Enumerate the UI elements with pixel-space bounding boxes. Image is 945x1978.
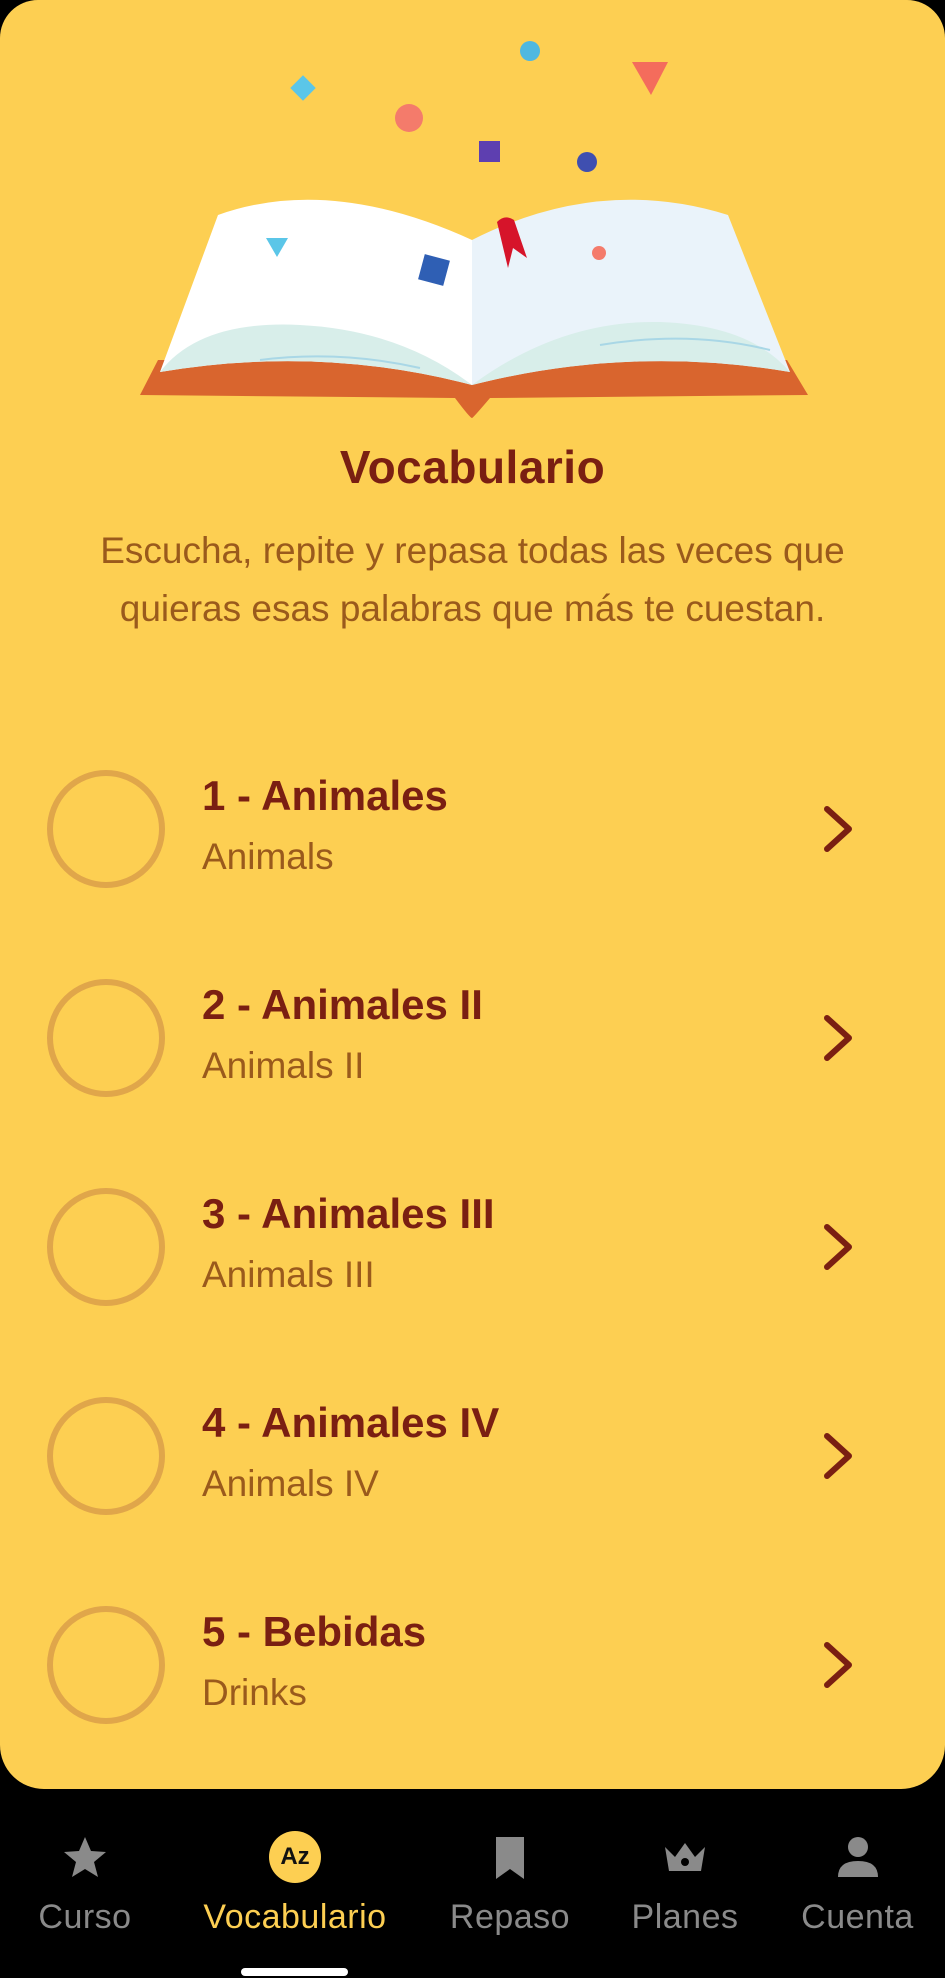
confetti-triangle: [632, 62, 668, 95]
lesson-title: 3 - Animales III: [202, 1190, 495, 1237]
lesson-subtitle: Drinks: [202, 1672, 307, 1713]
progress-circle: [47, 979, 165, 1097]
chevron-right-icon: [824, 1433, 852, 1479]
tab-planes[interactable]: Planes: [600, 1789, 770, 1949]
progress-circle: [47, 1606, 165, 1724]
lesson-title: 2 - Animales II: [202, 981, 483, 1028]
tab-repaso[interactable]: Repaso: [420, 1789, 600, 1949]
person-icon: [837, 1837, 878, 1877]
confetti-dot: [577, 152, 597, 172]
lesson-list: 1 - Animales Animals 2 - Animales II Ani…: [0, 744, 945, 1789]
tab-label: Repaso: [449, 1898, 571, 1936]
lesson-title: 5 - Bebidas: [202, 1608, 427, 1655]
progress-circle: [47, 770, 165, 888]
lesson-subtitle: Animals: [202, 836, 334, 877]
bookmark-icon: [496, 1837, 524, 1879]
lesson-item-3[interactable]: 3 - Animales III Animals III: [0, 1162, 945, 1371]
tab-label: Cuenta: [801, 1898, 914, 1936]
tab-label: Vocabulario: [203, 1898, 387, 1936]
lesson-item-5[interactable]: 5 - Bebidas Drinks: [0, 1580, 945, 1789]
confetti-square: [479, 141, 500, 162]
bottom-tab-bar: Curso Az Vocabulario Repaso Planes Cuent…: [0, 1789, 945, 1978]
crown-icon: [665, 1843, 705, 1871]
chevron-right-icon: [824, 806, 852, 852]
lesson-title: 1 - Animales: [202, 772, 448, 819]
az-icon: Az: [267, 1829, 323, 1885]
page-description: Escucha, repite y repasa todas las veces…: [100, 530, 845, 629]
lesson-subtitle: Animals II: [202, 1045, 365, 1086]
lesson-item-1[interactable]: 1 - Animales Animals: [0, 744, 945, 953]
home-indicator[interactable]: [241, 1968, 348, 1976]
az-badge: Az: [269, 1831, 321, 1883]
page-title: Vocabulario: [339, 441, 606, 493]
tab-label: Planes: [631, 1898, 739, 1936]
chevron-right-icon: [824, 1642, 852, 1688]
confetti-dot: [520, 41, 540, 61]
progress-circle: [47, 1188, 165, 1306]
lesson-subtitle: Animals IV: [202, 1463, 379, 1504]
lesson-item-4[interactable]: 4 - Animales IV Animals IV: [0, 1371, 945, 1580]
chevron-right-icon: [824, 1015, 852, 1061]
chevron-right-icon: [824, 1224, 852, 1270]
tab-cuenta[interactable]: Cuenta: [770, 1789, 945, 1949]
lesson-subtitle: Animals III: [202, 1254, 375, 1295]
vocabulary-screen: Vocabulario Escucha, repite y repasa tod…: [0, 0, 945, 1789]
lesson-title: 4 - Animales IV: [202, 1399, 500, 1446]
star-icon: [64, 1837, 106, 1877]
tab-curso[interactable]: Curso: [0, 1789, 170, 1949]
progress-circle: [47, 1397, 165, 1515]
lesson-item-2[interactable]: 2 - Animales II Animals II: [0, 953, 945, 1162]
tab-vocabulario[interactable]: Az Vocabulario: [170, 1789, 420, 1949]
confetti-dot: [592, 246, 606, 260]
confetti-diamond: [290, 75, 316, 101]
tab-label: Curso: [38, 1898, 132, 1936]
confetti-dot: [395, 104, 423, 132]
open-book-illustration: [140, 41, 808, 418]
